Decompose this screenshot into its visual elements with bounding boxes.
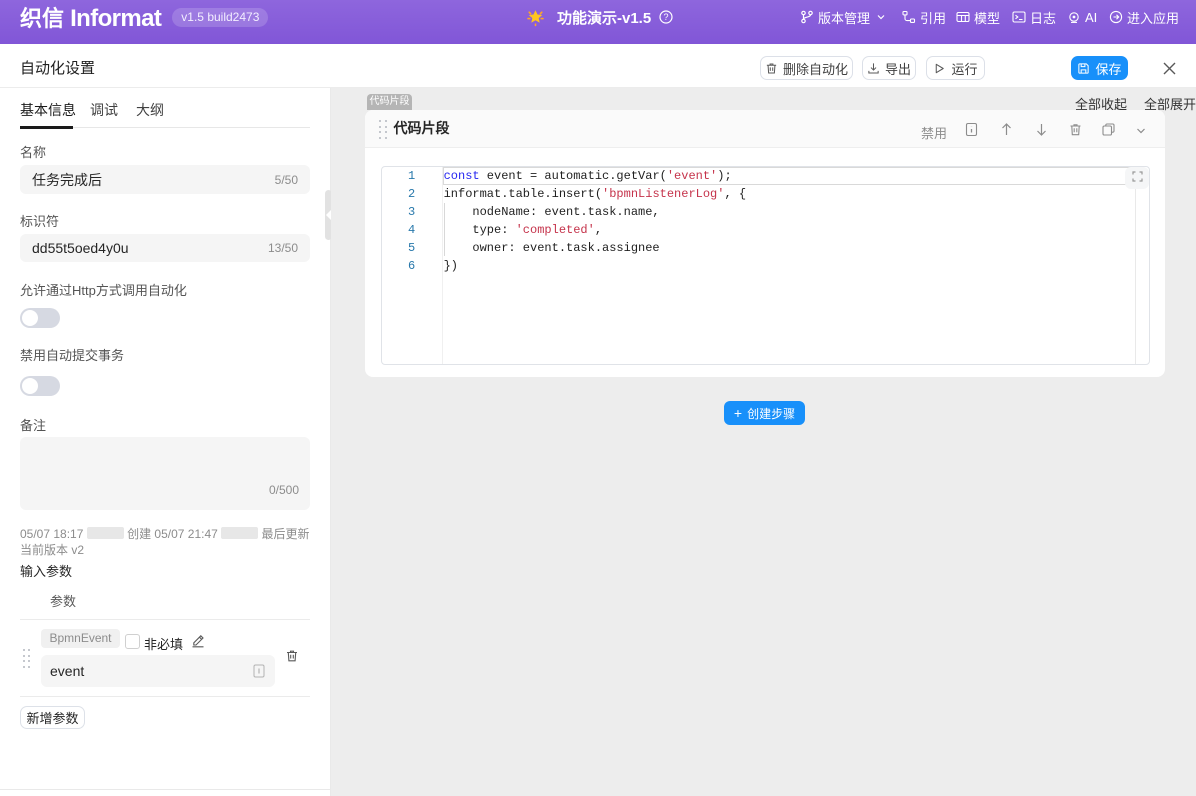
svg-text:?: ? xyxy=(664,12,669,22)
